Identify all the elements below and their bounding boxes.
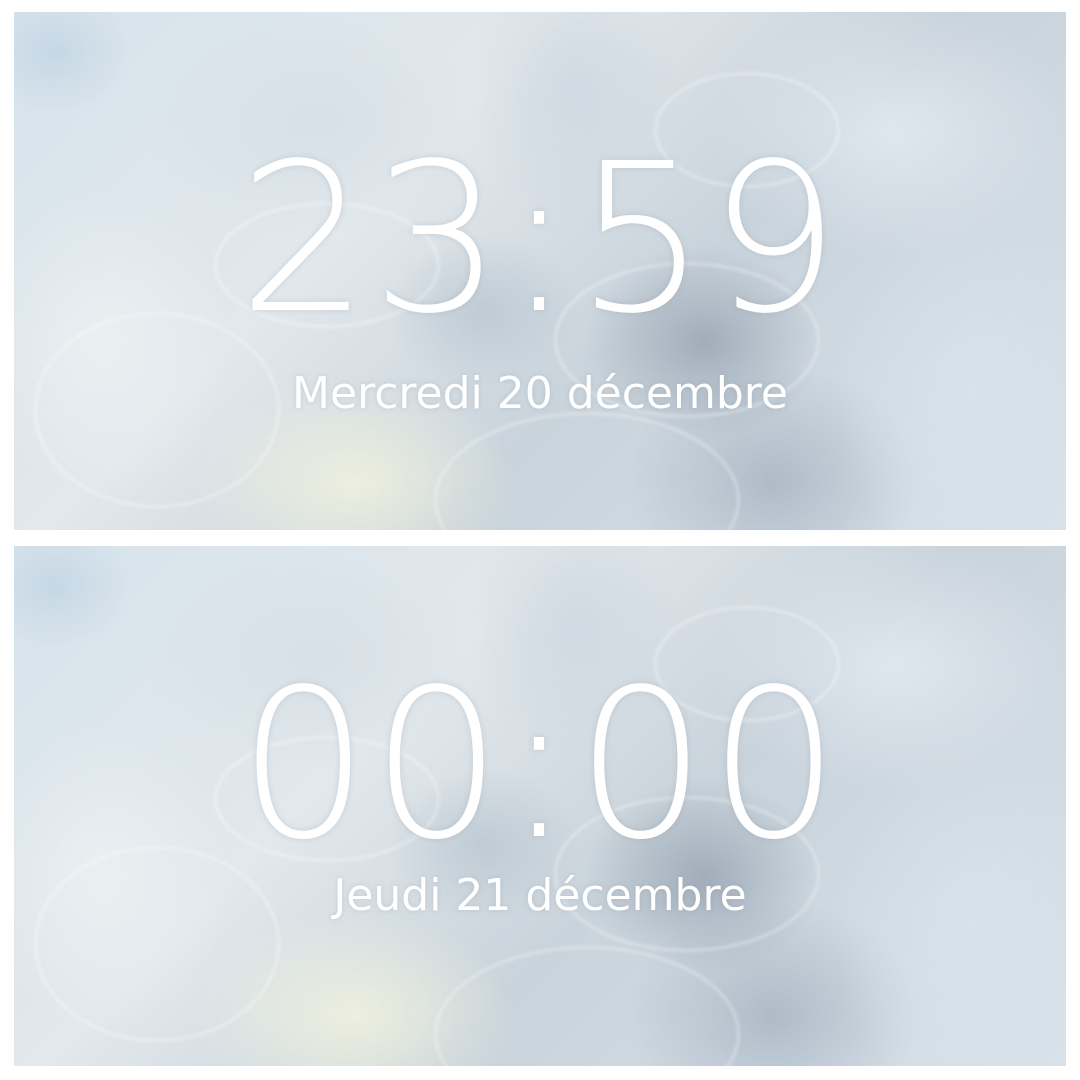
- lockscreen-date: Mercredi 20 décembre: [292, 368, 788, 419]
- lockscreen-panel-before: 23:59 Mercredi 20 décembre: [14, 12, 1066, 530]
- lockscreen-time: 23:59: [238, 119, 842, 359]
- collage-frame: 23:59 Mercredi 20 décembre 00:00 Jeudi 2…: [0, 0, 1080, 1080]
- lockscreen-date: Jeudi 21 décembre: [333, 870, 747, 921]
- lockscreen-time: 00:00: [238, 645, 842, 885]
- lockscreen-panel-after: 00:00 Jeudi 21 décembre: [14, 546, 1066, 1066]
